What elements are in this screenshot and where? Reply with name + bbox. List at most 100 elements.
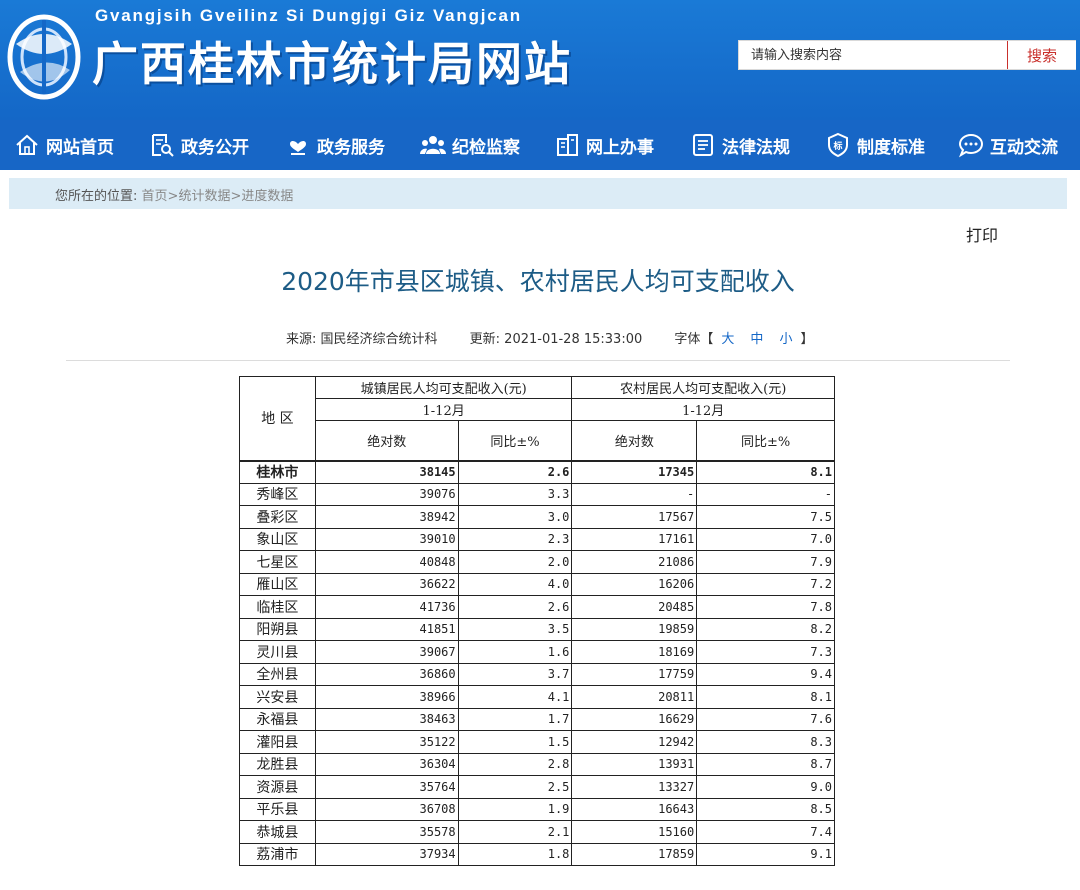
table-row: 灵川县 39067 1.6 18169 7.3 [239,640,835,664]
rural-yoy-cell: - [696,482,835,506]
region-name-cell: 荔浦市 [239,842,316,866]
table-row: 荔浦市 37934 1.8 17859 9.1 [239,842,835,866]
font-size-large[interactable]: 大 [721,332,734,347]
urban-absolute-cell: 39010 [314,527,459,551]
region-name-cell: 资源县 [239,775,316,799]
print-button[interactable]: 打印 [966,222,998,246]
urban-yoy-cell: 2.0 [457,550,573,574]
site-header: Gvangjsih Gveilinz Si Dungjgi Giz Vangjc… [0,0,1080,120]
table-row: 象山区 39010 2.3 17161 7.0 [239,527,835,551]
rural-absolute-cell: 21086 [571,550,698,574]
rural-period-header: 1-12月 [571,398,835,421]
document-search-icon [149,132,175,158]
table-row: 秀峰区 39076 3.3- - [239,482,835,506]
urban-absolute-cell: 39067 [314,640,459,664]
urban-yoy-cell: 3.5 [457,617,573,641]
nav-label: 互动交流 [990,137,1058,158]
region-name-cell: 恭城县 [239,820,316,844]
table-row: 永福县 38463 1.7 16629 7.6 [239,707,835,731]
table-row: 全州县 36860 3.7 17759 9.4 [239,662,835,686]
table-row: 平乐县 36708 1.9 16643 8.5 [239,797,835,821]
rural-yoy-cell: 9.4 [696,662,835,686]
urban-yoy-cell: 2.6 [457,595,573,619]
rural-absolute-cell: 16629 [571,707,698,731]
rural-yoy-cell: 7.0 [696,527,835,551]
rural-absolute-cell: 17161 [571,527,698,551]
urban-yoy-cell: 2.5 [457,775,573,799]
breadcrumb-link-progress[interactable]: 进度数据 [241,189,293,204]
nav-label: 政务公开 [181,137,249,158]
search-input[interactable] [739,41,1007,69]
rural-yoy-header: 同比±% [696,420,835,461]
rural-absolute-header: 绝对数 [571,420,698,461]
list-icon [690,132,716,158]
search-button[interactable]: 搜索 [1007,41,1076,69]
nav-item-standards[interactable]: 标 制度标准 [825,120,925,170]
region-name-cell: 兴安县 [239,685,316,709]
nav-item-discipline[interactable]: 纪检监察 [420,120,520,170]
rural-yoy-cell: 7.6 [696,707,835,731]
nav-label: 网站首页 [46,137,114,158]
urban-absolute-cell: 36860 [314,662,459,686]
nav-item-online-affairs[interactable]: 网上办事 [554,120,654,170]
site-logo-icon [7,14,81,100]
region-name-cell: 永福县 [239,707,316,731]
urban-period-header: 1-12月 [314,398,573,421]
region-name-cell: 桂林市 [239,459,316,484]
income-table: 地 区 城镇居民人均可支配收入(元) 农村居民人均可支配收入(元) 1-12月 … [239,376,835,866]
breadcrumb-link-stats[interactable]: 统计数据 [178,189,230,204]
urban-absolute-cell: 40848 [314,550,459,574]
region-name-cell: 雁山区 [239,572,316,596]
region-name-cell: 秀峰区 [239,482,316,506]
table-row: 资源县 35764 2.5 13327 9.0 [239,775,835,799]
urban-absolute-cell: 37934 [314,842,459,866]
rural-absolute-cell: 19859 [571,617,698,641]
font-size-close: 】 [800,332,814,347]
table-row: 兴安县 38966 4.1 20811 8.1 [239,685,835,709]
rural-yoy-cell: 8.5 [696,797,835,821]
urban-absolute-header: 绝对数 [314,420,459,461]
nav-item-laws[interactable]: 法律法规 [690,120,790,170]
font-size-small[interactable]: 小 [779,332,792,347]
heart-hand-icon [285,132,311,158]
urban-income-header: 城镇居民人均可支配收入(元) [314,376,573,399]
rural-absolute-cell: 18169 [571,640,698,664]
article-meta: 来源: 国民经济综合统计科 更新: 2021-01-28 15:33:00 字体… [286,328,841,347]
table-row: 阳朔县 41851 3.5 19859 8.2 [239,617,835,641]
table-row: 桂林市 38145 2.6 17345 8.1 [239,459,835,484]
nav-item-gov-open[interactable]: 政务公开 [149,120,249,170]
nav-item-home[interactable]: 网站首页 [14,120,114,170]
rural-absolute-cell: 13931 [571,752,698,776]
rural-absolute-cell: 13327 [571,775,698,799]
urban-yoy-cell: 2.1 [457,820,573,844]
nav-label: 纪检监察 [452,137,520,158]
region-name-cell: 叠彩区 [239,505,316,529]
rural-absolute-cell: 17345 [571,459,698,484]
rural-yoy-cell: 7.2 [696,572,835,596]
region-name-cell: 龙胜县 [239,752,316,776]
font-size-medium[interactable]: 中 [750,332,763,347]
rural-absolute-cell: 20811 [571,685,698,709]
urban-yoy-cell: 2.6 [457,459,573,484]
nav-item-interaction[interactable]: 互动交流 [958,120,1058,170]
rural-yoy-cell: 7.4 [696,820,835,844]
rural-absolute-cell: 16206 [571,572,698,596]
rural-yoy-cell: 8.3 [696,730,835,754]
region-name-cell: 全州县 [239,662,316,686]
nav-item-gov-service[interactable]: 政务服务 [285,120,385,170]
rural-yoy-cell: 9.1 [696,842,835,866]
search-box: 搜索 [738,40,1076,70]
font-size-control: 字体【大 中 小】 [674,332,813,347]
people-icon [420,132,446,158]
rural-yoy-cell: 8.2 [696,617,835,641]
rural-income-header: 农村居民人均可支配收入(元) [571,376,835,399]
article-updated: 更新: 2021-01-28 15:33:00 [469,332,643,347]
breadcrumb-link-home[interactable]: 首页 [142,189,168,204]
rural-absolute-cell: 17759 [571,662,698,686]
region-name-cell: 阳朔县 [239,617,316,641]
rural-yoy-cell: 7.3 [696,640,835,664]
breadcrumb-text: 您所在的位置: 首页>统计数据>进度数据 [55,185,293,204]
region-name-cell: 临桂区 [239,595,316,619]
region-name-cell: 灌阳县 [239,730,316,754]
nav-label: 政务服务 [317,137,385,158]
